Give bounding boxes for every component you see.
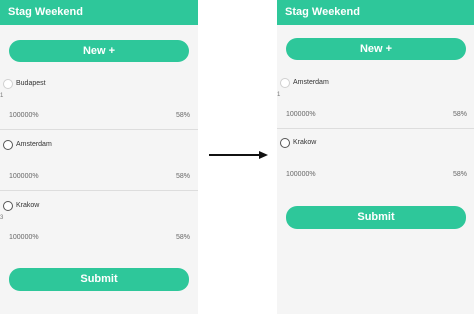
submit-button[interactable]: Submit	[286, 206, 466, 229]
option-label: Krakow	[16, 202, 40, 209]
new-poll-option-button[interactable]: New +	[286, 38, 466, 60]
poll-option-amsterdam[interactable]: Amsterdam 100000% 58%	[0, 140, 198, 198]
option-label: Amsterdam	[293, 79, 329, 86]
option-left-value: 100000%	[286, 171, 316, 178]
option-right-value: 58%	[175, 173, 190, 180]
right-screen: Stag Weekend New + Amsterdam 1 100000% 5…	[277, 0, 474, 314]
app-title: Stag Weekend	[0, 0, 198, 25]
option-left-value: 100000%	[9, 173, 39, 180]
new-poll-option-button[interactable]: New +	[9, 40, 189, 62]
divider	[277, 128, 474, 129]
option-right-value: 58%	[175, 112, 190, 119]
radio-button[interactable]	[280, 78, 290, 88]
radio-button[interactable]	[3, 201, 13, 211]
divider	[0, 129, 198, 130]
left-screen: Stag Weekend New + Budapest 1 100000% 58…	[0, 0, 198, 314]
poll-option-budapest[interactable]: Budapest 1 100000% 58%	[0, 79, 198, 137]
option-mark: 1	[277, 92, 281, 98]
option-label: Amsterdam	[16, 141, 52, 148]
arrow-head-icon	[259, 151, 268, 159]
option-left-value: 100000%	[286, 111, 316, 118]
submit-button[interactable]: Submit	[9, 268, 189, 291]
option-left-value: 100000%	[9, 234, 39, 241]
option-label: Krakow	[293, 139, 317, 146]
option-right-value: 58%	[452, 171, 467, 178]
radio-button[interactable]	[280, 138, 290, 148]
poll-option-krakow[interactable]: Krakow 3 100000% 58%	[0, 201, 198, 259]
option-left-value: 100000%	[9, 112, 39, 119]
option-mark: 3	[0, 215, 4, 221]
poll-option-amsterdam[interactable]: Amsterdam 1 100000% 58%	[277, 78, 474, 136]
arrow-right-icon	[209, 154, 261, 156]
option-mark: 1	[0, 93, 4, 99]
radio-button[interactable]	[3, 79, 13, 89]
poll-option-krakow[interactable]: Krakow 100000% 58%	[277, 138, 474, 196]
divider	[0, 190, 198, 191]
option-label: Budapest	[16, 80, 46, 87]
radio-button[interactable]	[3, 140, 13, 150]
option-right-value: 58%	[452, 111, 467, 118]
app-title: Stag Weekend	[277, 0, 474, 25]
option-right-value: 58%	[175, 234, 190, 241]
